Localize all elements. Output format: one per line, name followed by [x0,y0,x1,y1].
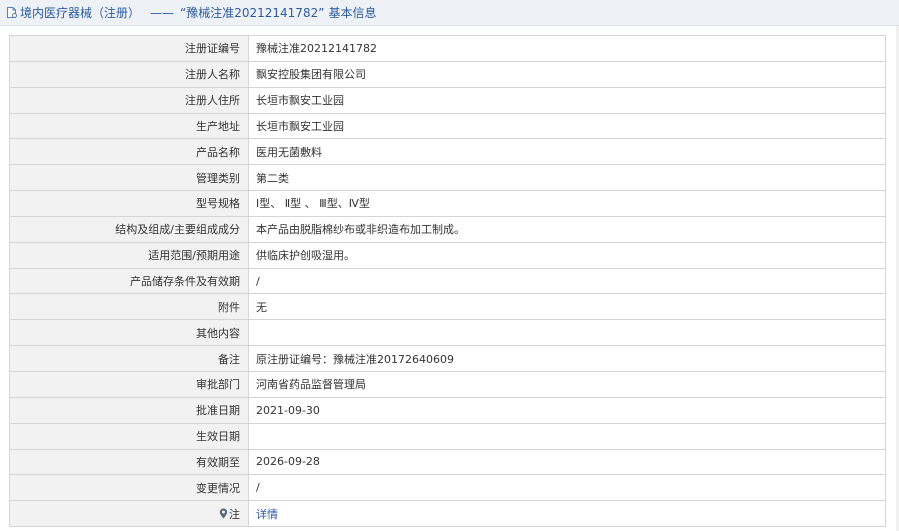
row-value [248,422,886,450]
row-label: 附件 [9,293,249,321]
table-row-note: 注详情 [9,500,886,528]
row-label: 注册证编号 [9,35,249,62]
table-row: 批准日期 2021-09-30 [9,396,886,424]
header-reg-title: “豫械注准20212141782” [180,6,325,20]
info-table: 注册证编号 豫械注准20212141782 注册人名称 飘安控股集团有限公司 注册人住所… [9,35,886,528]
table-row: 管理类别 第二类 [9,164,886,192]
row-value: 河南省药品监督管理局 [248,370,886,398]
row-label: 管理类别 [9,164,249,192]
table-row: 附件无 [9,293,886,321]
row-value: 2021-09-30 [248,396,886,424]
table-row: 型号规格 Ⅰ型、 Ⅱ型 、 Ⅲ型、Ⅳ型 [9,190,886,217]
table-row: 产品名称 医用无菌敷料 [9,138,886,166]
row-value: 2026-09-28 [248,448,886,476]
details-link[interactable]: 详情 [248,500,886,528]
table-row: 生效日期 [9,422,886,450]
table-row: 适用范围/预期用途 供临床护创吸湿用。 [9,241,886,269]
row-label: 有效期至 [9,448,249,476]
table-row: 注册证编号 豫械注准20212141782 [9,35,886,62]
row-value: 飘安控股集团有限公司 [248,60,886,88]
row-value: 原注册证编号：豫械注准20172640609 [248,345,886,372]
row-label: 产品储存条件及有效期 [9,267,249,295]
row-value: 本产品由脱脂棉纱布或非织造布加工制成。 [248,215,886,243]
map-pin-icon [219,508,228,519]
row-label: 注册人名称 [9,60,249,88]
row-label: 型号规格 [9,190,249,217]
row-value: 医用无菌敷料 [248,138,886,166]
row-label: 审批部门 [9,370,249,398]
row-value: 第二类 [248,164,886,192]
row-value: 长垣市飘安工业园 [248,112,886,140]
row-value: 豫械注准20212141782 [248,35,886,62]
header-dash: —— [150,5,175,20]
row-label: 批准日期 [9,396,249,424]
table-row: 有效期至 2026-09-28 [9,448,886,476]
row-label: 结构及组成/主要组成成分 [9,215,249,243]
row-label: 生效日期 [9,422,249,450]
row-label: 备注 [9,345,249,372]
row-value: / [248,474,886,502]
note-label: 注 [229,507,240,521]
row-value [248,319,886,347]
header-suffix: 基本信息 [328,6,377,20]
table-row: 备注 原注册证编号：豫械注准20172640609 [9,345,886,372]
row-value: / [248,267,886,295]
table-row: 审批部门 河南省药品监督管理局 [9,370,886,398]
page-header: 境内医疗器械（注册） —— “豫械注准20212141782” 基本信息 [0,0,899,26]
row-value: Ⅰ型、 Ⅱ型 、 Ⅲ型、Ⅳ型 [248,190,886,217]
row-value: 供临床护创吸湿用。 [248,241,886,269]
table-row: 变更情况 / [9,474,886,502]
table-row: 注册人名称 飘安控股集团有限公司 [9,60,886,88]
row-label: 注册人住所 [9,86,249,114]
row-label: 产品名称 [9,138,249,166]
document-icon [5,6,18,19]
row-value: 长垣市飘安工业园 [248,86,886,114]
table-row: 产品储存条件及有效期 / [9,267,886,295]
table-row: 注册人住所 长垣市飘安工业园 [9,86,886,114]
header-category: 境内医疗器械（注册） [20,6,141,20]
note-label-cell: 注 [9,500,249,528]
row-value: 无 [248,293,886,321]
table-row: 生产地址 长垣市飘安工业园 [9,112,886,140]
info-table-wrapper: 注册证编号 豫械注准20212141782 注册人名称 飘安控股集团有限公司 注册人住所… [9,35,886,528]
row-label: 适用范围/预期用途 [9,241,249,269]
table-row: 其他内容 [9,319,886,347]
row-label: 变更情况 [9,474,249,502]
row-label: 其他内容 [9,319,249,347]
row-label: 生产地址 [9,112,249,140]
table-row: 结构及组成/主要组成成分 本产品由脱脂棉纱布或非织造布加工制成。 [9,215,886,243]
